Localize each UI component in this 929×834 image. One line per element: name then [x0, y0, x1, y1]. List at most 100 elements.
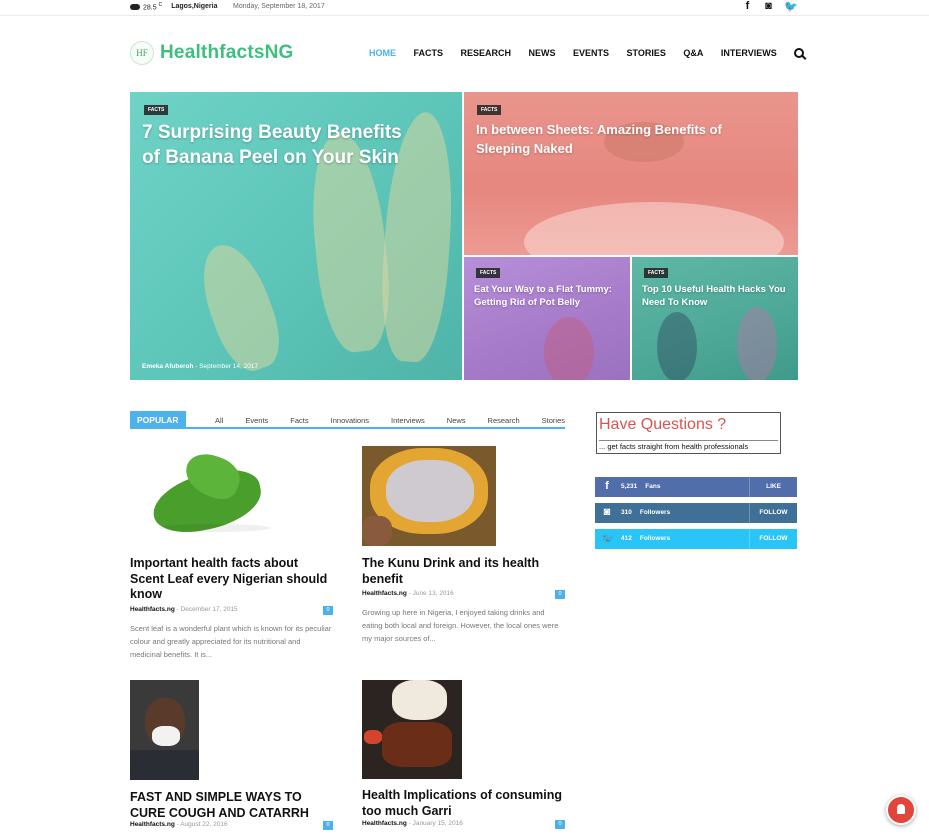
featured-main[interactable]: FACTS 7 Surprising Beauty Benefits of Ba… — [130, 92, 462, 380]
facebook-icon: f — [605, 480, 609, 492]
comment-count[interactable]: 0 — [555, 820, 565, 829]
nav-item-interviews[interactable]: INTERVIEWS — [721, 48, 777, 58]
filter-facts[interactable]: Facts — [290, 416, 308, 425]
followers-count: 412 — [621, 535, 632, 542]
top-bar: 28.5 C Lagos,Nigeria Monday, September 1… — [0, 0, 929, 16]
article-meta: Healthfacts.ng - January 15, 2016 0 — [362, 820, 565, 830]
author-name[interactable]: Healthfacts.ng — [362, 820, 407, 827]
follow-button[interactable]: FOLLOW — [749, 503, 797, 523]
followers-label: Followers — [639, 535, 671, 542]
featured-title[interactable]: Eat Your Way to a Flat Tummy: Getting Ri… — [474, 283, 620, 309]
article-excerpt: Scent leaf is a wonderful plant which is… — [130, 623, 332, 659]
weather-widget: 28.5 C Lagos,Nigeria — [130, 2, 218, 11]
runner-image — [737, 307, 777, 380]
author-name[interactable]: Emeka Afuberoh — [142, 363, 193, 370]
category-badge[interactable]: FACTS — [476, 268, 501, 278]
nav-item-qa[interactable]: Q&A — [683, 48, 703, 58]
notification-bell-icon[interactable] — [886, 795, 916, 825]
article-meta: Healthfacts.ng - June 13, 2016 0 — [362, 590, 565, 600]
filter-interviews[interactable]: Interviews — [391, 416, 425, 425]
comment-count[interactable]: 0 — [555, 590, 565, 599]
article-meta: Healthfacts.ng - August 22, 2016 0 — [130, 821, 333, 831]
banana-image — [189, 235, 291, 379]
followers-label: Followers — [639, 509, 671, 516]
filter-all[interactable]: All — [215, 416, 223, 425]
article-card: Health Implications of consuming too muc… — [362, 680, 565, 830]
post-date: January 15, 2016 — [412, 820, 463, 827]
fans-label: Fans — [645, 483, 661, 490]
fans-count: 5,231 — [621, 483, 638, 490]
article-card: The Kunu Drink and its health benefit He… — [362, 446, 565, 645]
banner-subtext: ... get facts straight from health profe… — [599, 440, 779, 451]
current-date: Monday, September 18, 2017 — [233, 3, 325, 10]
runner-image — [657, 312, 697, 380]
nav-item-facts[interactable]: FACTS — [414, 48, 444, 58]
nav-item-news[interactable]: NEWS — [529, 48, 556, 58]
twitter-icon: 🐦 — [601, 533, 615, 545]
follow-button[interactable]: FOLLOW — [749, 529, 797, 549]
facebook-icon[interactable]: f — [742, 0, 753, 13]
belly-image — [544, 317, 594, 380]
author-name[interactable]: Healthfacts.ng — [130, 606, 175, 613]
article-title[interactable]: Health Implications of consuming too muc… — [362, 788, 565, 819]
article-card: FAST AND SIMPLE WAYS TO CURE COUGH AND C… — [130, 680, 333, 831]
featured-title[interactable]: Top 10 Useful Health Hacks You Need To K… — [642, 283, 788, 309]
featured-grid: FACTS 7 Surprising Beauty Benefits of Ba… — [130, 92, 798, 380]
post-date: June 13, 2016 — [412, 590, 454, 597]
nav-item-events[interactable]: EVENTS — [573, 48, 609, 58]
garri-image[interactable] — [362, 680, 462, 779]
article-excerpt: Growing up here in Nigeria, I enjoyed ta… — [362, 608, 559, 643]
popular-block-header: POPULAR All Events Facts Innovations Int… — [130, 411, 565, 429]
nav-item-stories[interactable]: STORIES — [627, 48, 666, 58]
article-meta: Healthfacts.ng - December 17, 2015 0 — [130, 605, 333, 616]
nav-item-research[interactable]: RESEARCH — [461, 48, 512, 58]
author-name[interactable]: Healthfacts.ng — [362, 590, 407, 597]
scent-leaf-image[interactable] — [130, 446, 280, 546]
post-date: December 17, 2015 — [180, 605, 238, 613]
article-title[interactable]: The Kunu Drink and its health benefit — [362, 556, 565, 587]
temperature-unit: C — [158, 2, 163, 8]
social-counter-instagram: ◙ 310 Followers FOLLOW — [595, 503, 797, 523]
post-date: August 22, 2016 — [180, 821, 228, 828]
cloud-icon — [130, 3, 140, 10]
banner-heading: Have Questions ? — [599, 416, 727, 433]
search-icon[interactable] — [794, 48, 805, 58]
filter-innovations[interactable]: Innovations — [331, 416, 369, 425]
nav-item-home[interactable]: HOME — [369, 48, 396, 58]
main-nav: HOME FACTS RESEARCH NEWS EVENTS STORIES … — [369, 48, 805, 58]
featured-title[interactable]: In between Sheets: Amazing Benefits of S… — [476, 120, 756, 158]
article-title[interactable]: Important health facts about Scent Leaf … — [130, 556, 333, 603]
filter-news[interactable]: News — [447, 416, 466, 425]
category-filter: All Events Facts Innovations Interviews … — [193, 416, 565, 425]
featured-meta: Emeka Afuberoh - September 14, 2017 — [142, 363, 259, 370]
have-questions-banner[interactable]: Have Questions ? ... get facts straight … — [596, 412, 781, 454]
category-badge[interactable]: FACTS — [144, 105, 169, 115]
logo-mark: HF — [130, 41, 154, 65]
filter-events[interactable]: Events — [245, 416, 268, 425]
bed-image — [524, 202, 784, 255]
featured-bottom-right[interactable]: FACTS Top 10 Useful Health Hacks You Nee… — [632, 257, 798, 380]
instagram-icon[interactable]: ◙ — [763, 0, 774, 13]
author-name[interactable]: Healthfacts.ng — [130, 821, 175, 828]
category-badge[interactable]: FACTS — [644, 268, 669, 278]
category-badge[interactable]: FACTS — [477, 105, 502, 115]
featured-title[interactable]: 7 Surprising Beauty Benefits of Banana P… — [142, 120, 402, 170]
kunu-drink-image[interactable] — [362, 446, 496, 546]
followers-count: 310 — [621, 509, 632, 516]
filter-research[interactable]: Research — [488, 416, 520, 425]
filter-stories[interactable]: Stories — [542, 416, 565, 425]
comment-count[interactable]: 0 — [323, 821, 333, 830]
featured-top-right[interactable]: FACTS In between Sheets: Amazing Benefit… — [464, 92, 798, 255]
comment-count[interactable]: 0 — [323, 605, 333, 615]
top-social-links: f ◙ 🐦 — [742, 0, 798, 13]
social-counter-facebook: f 5,231 Fans LIKE — [595, 477, 797, 497]
site-logo[interactable]: HF HealthfactsNG — [130, 41, 294, 65]
featured-bottom-left[interactable]: FACTS Eat Your Way to a Flat Tummy: Gett… — [464, 257, 630, 380]
cough-image[interactable] — [130, 680, 199, 780]
weather-location: Lagos,Nigeria — [171, 3, 218, 11]
like-button[interactable]: LIKE — [749, 477, 797, 497]
twitter-icon[interactable]: 🐦 — [784, 0, 798, 13]
article-title[interactable]: FAST AND SIMPLE WAYS TO CURE COUGH AND C… — [130, 790, 333, 821]
post-date: September 14, 2017 — [199, 363, 259, 370]
block-title: POPULAR — [130, 411, 186, 429]
